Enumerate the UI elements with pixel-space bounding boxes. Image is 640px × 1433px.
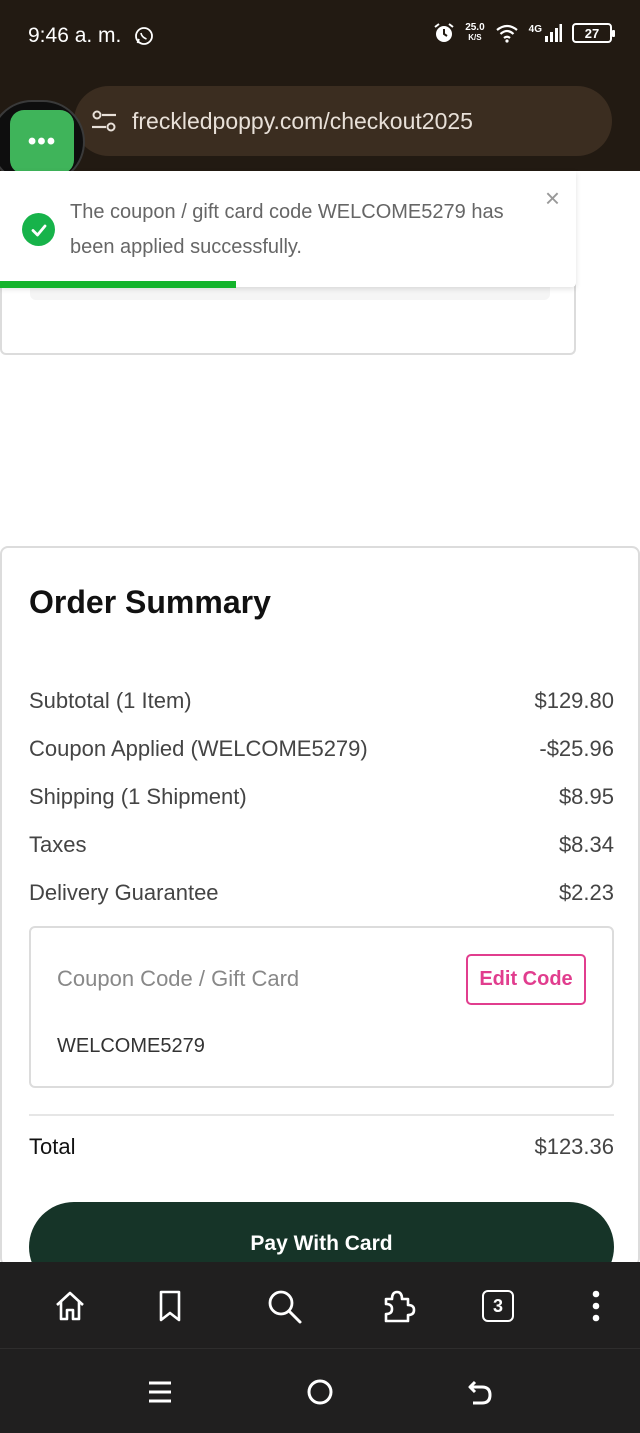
summary-line-shipping: Shipping (1 Shipment) $8.95 xyxy=(29,784,614,810)
browser-bottom-toolbar: 3 xyxy=(0,1262,640,1348)
line-label: Taxes xyxy=(29,832,87,857)
tab-count: 3 xyxy=(482,1290,514,1322)
line-amount: $8.95 xyxy=(558,784,614,809)
home-circle-icon[interactable] xyxy=(303,1375,337,1409)
total-amount: $123.36 xyxy=(534,1134,614,1159)
status-bar: 9:46 a. m. 25.0 K/S 4G 27 xyxy=(0,0,640,72)
more-horiz-icon: ••• xyxy=(27,128,57,155)
cell-signal: 4G xyxy=(529,24,562,42)
summary-line-taxes: Taxes $8.34 xyxy=(29,832,614,858)
close-icon[interactable]: × xyxy=(545,183,560,214)
more-vert-icon[interactable] xyxy=(576,1286,616,1326)
summary-line-delivery-guarantee: Delivery Guarantee $2.23 xyxy=(29,880,614,906)
order-summary-title: Order Summary xyxy=(29,584,271,620)
system-nav-bar xyxy=(0,1348,640,1433)
signal-icon xyxy=(545,24,562,42)
line-amount: $2.23 xyxy=(558,880,614,905)
tabs-icon[interactable]: 3 xyxy=(478,1286,518,1326)
toast-message: The coupon / gift card code WELCOME5279 … xyxy=(70,201,504,258)
line-label: Coupon Applied (WELCOME5279) xyxy=(29,736,368,761)
coupon-code-box: Coupon Code / Gift Card Edit Code WELCOM… xyxy=(29,926,614,1088)
address-bar[interactable]: freckledpoppy.com/checkout2025 xyxy=(74,86,612,156)
success-check-icon xyxy=(22,213,55,246)
coupon-toast: The coupon / gift card code WELCOME5279 … xyxy=(0,171,576,288)
home-icon[interactable] xyxy=(50,1286,90,1326)
summary-divider xyxy=(29,1114,614,1116)
line-amount: $129.80 xyxy=(534,688,614,713)
site-settings-icon[interactable] xyxy=(90,107,118,135)
edit-code-button[interactable]: Edit Code xyxy=(466,954,586,1005)
summary-line-coupon: Coupon Applied (WELCOME5279) -$25.96 xyxy=(29,736,614,762)
status-time: 9:46 a. m. xyxy=(28,24,122,47)
line-amount: -$25.96 xyxy=(539,736,614,761)
whatsapp-icon xyxy=(135,27,153,45)
line-label: Shipping (1 Shipment) xyxy=(29,784,247,809)
line-label: Delivery Guarantee xyxy=(29,880,219,905)
extensions-icon[interactable] xyxy=(378,1286,418,1326)
recents-icon[interactable] xyxy=(143,1375,177,1409)
total-label: Total xyxy=(29,1134,76,1159)
coupon-code-value: WELCOME5279 xyxy=(57,1035,205,1057)
line-label: Subtotal (1 Item) xyxy=(29,688,192,713)
url-text[interactable]: freckledpoppy.com/checkout2025 xyxy=(132,108,473,135)
coupon-code-label: Coupon Code / Gift Card xyxy=(57,966,300,991)
back-icon[interactable] xyxy=(463,1375,497,1409)
wifi-icon xyxy=(495,24,518,43)
line-amount: $8.34 xyxy=(558,832,614,857)
bookmark-icon[interactable] xyxy=(150,1286,190,1326)
floating-menu-button[interactable]: ••• xyxy=(10,110,74,174)
summary-total-row: Total $123.36 xyxy=(29,1134,614,1160)
toast-progress-bar xyxy=(0,281,237,288)
summary-line-subtotal: Subtotal (1 Item) $129.80 xyxy=(29,688,614,714)
status-icons: 25.0 K/S 4G 27 xyxy=(433,22,615,44)
battery-icon: 27 xyxy=(572,23,615,43)
network-speed: 25.0 K/S xyxy=(465,22,485,43)
order-summary-card: Order Summary Subtotal (1 Item) $129.80 … xyxy=(0,546,640,1292)
toast-progress-track xyxy=(0,281,576,288)
alarm-icon xyxy=(434,23,454,42)
search-icon[interactable] xyxy=(264,1286,304,1326)
